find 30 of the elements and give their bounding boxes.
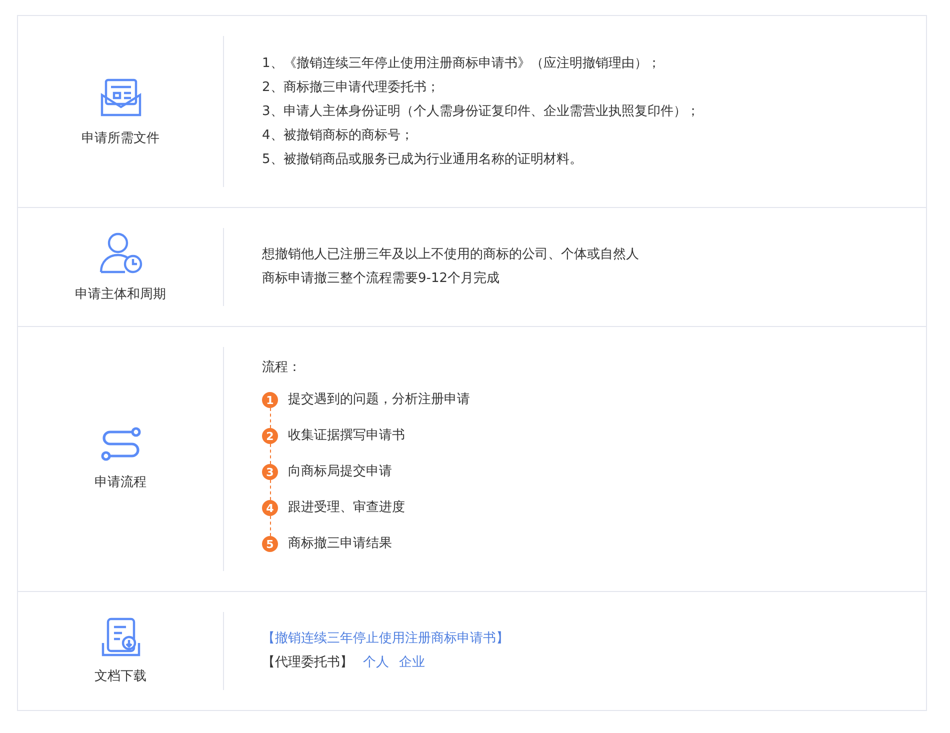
section-title: 文档下载: [94, 668, 146, 685]
step-text: 收集证据撰写申请书: [288, 427, 405, 445]
route-icon: [98, 427, 142, 463]
section-title: 申请主体和周期: [75, 286, 166, 303]
info-line: 3、申请人主体身份证明（个人需身份证复印件、企业需营业执照复印件）；: [262, 102, 700, 120]
envelope-icon: [100, 76, 142, 118]
download-link[interactable]: 企业: [399, 651, 425, 675]
step-text: 跟进受理、审查进度: [288, 499, 405, 517]
section-title: 申请流程: [94, 474, 146, 491]
download-link[interactable]: 个人: [363, 651, 389, 675]
step-number: 4: [262, 500, 278, 516]
step-number: 2: [262, 428, 278, 444]
step-text: 提交遇到的问题，分析注册申请: [288, 391, 470, 409]
document-label: 【代理委托书】: [262, 654, 353, 672]
user-clock-icon: [98, 231, 144, 275]
info-line: 想撤销他人已注册三年及以上不使用的商标的公司、个体或自然人: [262, 246, 640, 264]
info-line: 5、被撤销商品或服务已成为行业通用名称的证明材料。: [262, 150, 584, 168]
info-line: 1、《撤销连续三年停止使用注册商标申请书》（应注明撤销理由）；: [262, 54, 662, 72]
step-number: 5: [262, 536, 278, 552]
info-line: 2、商标撤三申请代理委托书；: [262, 78, 440, 96]
step-text: 商标撤三申请结果: [288, 535, 392, 553]
step-number: 1: [262, 392, 278, 408]
info-line: 4、被撤销商标的商标号；: [262, 126, 414, 144]
download-link[interactable]: 【撤销连续三年停止使用注册商标申请书】: [262, 627, 509, 651]
step-text: 向商标局提交申请: [288, 463, 392, 481]
info-line: 商标申请撤三整个流程需要9-12个月完成: [262, 270, 501, 288]
step-number: 3: [262, 464, 278, 480]
document-download-icon: [100, 617, 140, 657]
section-title: 申请所需文件: [82, 130, 160, 146]
process-heading: 流程：: [262, 359, 302, 377]
